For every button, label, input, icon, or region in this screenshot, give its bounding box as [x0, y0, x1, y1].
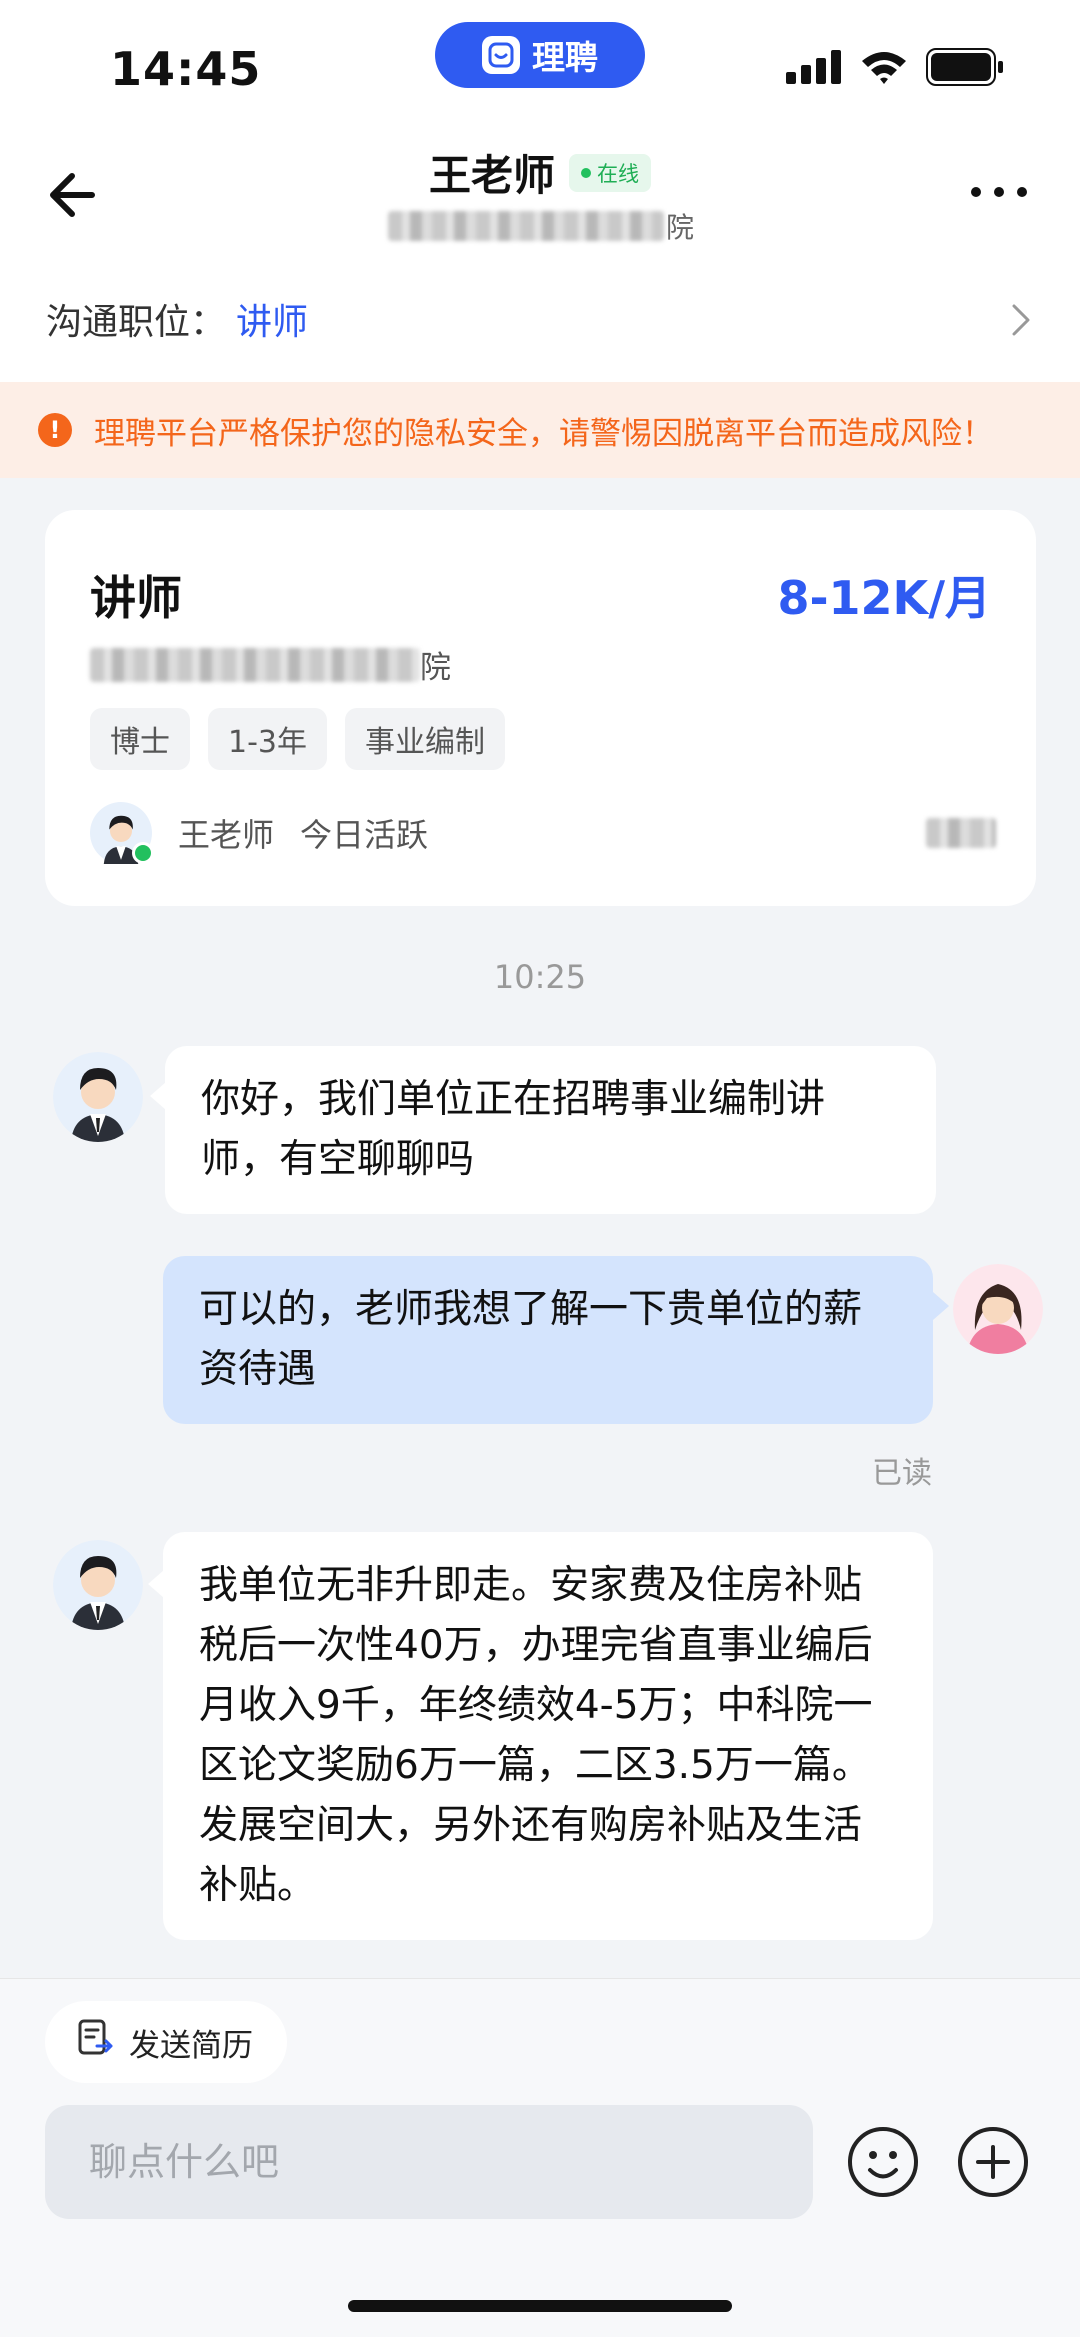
- status-icons: [786, 48, 1004, 86]
- send-resume-button[interactable]: 发送简历: [45, 2001, 287, 2083]
- online-badge: 在线: [569, 153, 651, 192]
- more-icon[interactable]: [964, 172, 1034, 212]
- card-org: 院: [90, 642, 451, 687]
- online-label: 在线: [597, 161, 639, 186]
- message-bubble-received[interactable]: 我单位无非升即走。安家费及住房补贴税后一次性40万，办理完省直事业编后月收入9千…: [163, 1532, 933, 1940]
- privacy-warning: ! 理聘平台严格保护您的隐私安全，请警惕因脱离平台而造成风险！: [0, 382, 1080, 478]
- composer-area: 发送简历: [0, 1978, 1080, 2337]
- status-time: 14:45: [110, 42, 262, 96]
- bubble-tail: [148, 1570, 164, 1598]
- online-dot: [132, 842, 154, 864]
- online-dot: [581, 167, 591, 178]
- tag-experience: 1-3年: [208, 708, 327, 770]
- top-section: 14:45 理聘 王老师 在线 院 沟通职位： 讲师: [0, 0, 1080, 382]
- header-org-tail: 院: [666, 211, 695, 244]
- plus-icon[interactable]: [956, 2125, 1030, 2199]
- read-status: 已读: [872, 1456, 932, 1491]
- signal-icon: [786, 50, 841, 84]
- resume-icon: [75, 2018, 115, 2066]
- app-pill-label: 理聘: [532, 38, 598, 77]
- card-recruiter-name: 王老师: [178, 816, 275, 854]
- job-card[interactable]: 讲师 8-12K/月 院 博士 1-3年 事业编制 王老师 今日活跃: [45, 510, 1036, 906]
- card-tags: 博士 1-3年 事业编制: [90, 708, 505, 770]
- warning-text: 理聘平台严格保护您的隐私安全，请警惕因脱离平台而造成风险！: [94, 415, 993, 452]
- tag-degree: 博士: [90, 708, 190, 770]
- recruiter-avatar[interactable]: [53, 1540, 143, 1630]
- contact-name: 王老师: [428, 151, 555, 200]
- header-title: 王老师 在线: [0, 142, 1080, 203]
- job-row-value: 讲师: [236, 302, 309, 343]
- tag-establishment: 事业编制: [345, 708, 505, 770]
- blurred-date: [926, 818, 996, 852]
- chat-timestamp: 10:25: [493, 958, 587, 996]
- recruiter-avatar-small: [90, 802, 154, 864]
- blurred-org-name: [90, 647, 420, 682]
- app-logo-icon: [482, 36, 520, 74]
- card-footer: 王老师 今日活跃: [90, 802, 428, 864]
- bubble-tail: [150, 1082, 166, 1110]
- job-row[interactable]: 沟通职位： 讲师: [0, 280, 1080, 358]
- send-resume-label: 发送简历: [129, 2027, 253, 2064]
- bubble-tail: [933, 1292, 949, 1320]
- message-input[interactable]: [45, 2105, 813, 2219]
- blurred-org-name: [388, 211, 664, 241]
- card-activity: 今日活跃: [300, 816, 429, 854]
- app-pill[interactable]: 理聘: [435, 22, 645, 88]
- my-avatar[interactable]: [953, 1264, 1043, 1354]
- header-org: 院: [388, 208, 696, 244]
- home-indicator: [348, 2300, 732, 2312]
- emoji-icon[interactable]: [846, 2125, 920, 2199]
- card-salary: 8-12K/月: [777, 571, 991, 625]
- job-row-label: 沟通职位：: [46, 302, 227, 343]
- wifi-icon: [862, 52, 906, 84]
- chevron-right-icon: [1000, 300, 1040, 340]
- card-org-tail: 院: [420, 650, 451, 686]
- battery-icon: [926, 48, 1003, 86]
- message-bubble-received[interactable]: 你好，我们单位正在招聘事业编制讲师，有空聊聊吗: [165, 1046, 936, 1214]
- recruiter-avatar[interactable]: [53, 1052, 143, 1142]
- card-job-title: 讲师: [90, 571, 182, 625]
- warning-icon: !: [38, 413, 72, 447]
- message-bubble-sent[interactable]: 可以的，老师我想了解一下贵单位的薪资待遇: [163, 1256, 933, 1424]
